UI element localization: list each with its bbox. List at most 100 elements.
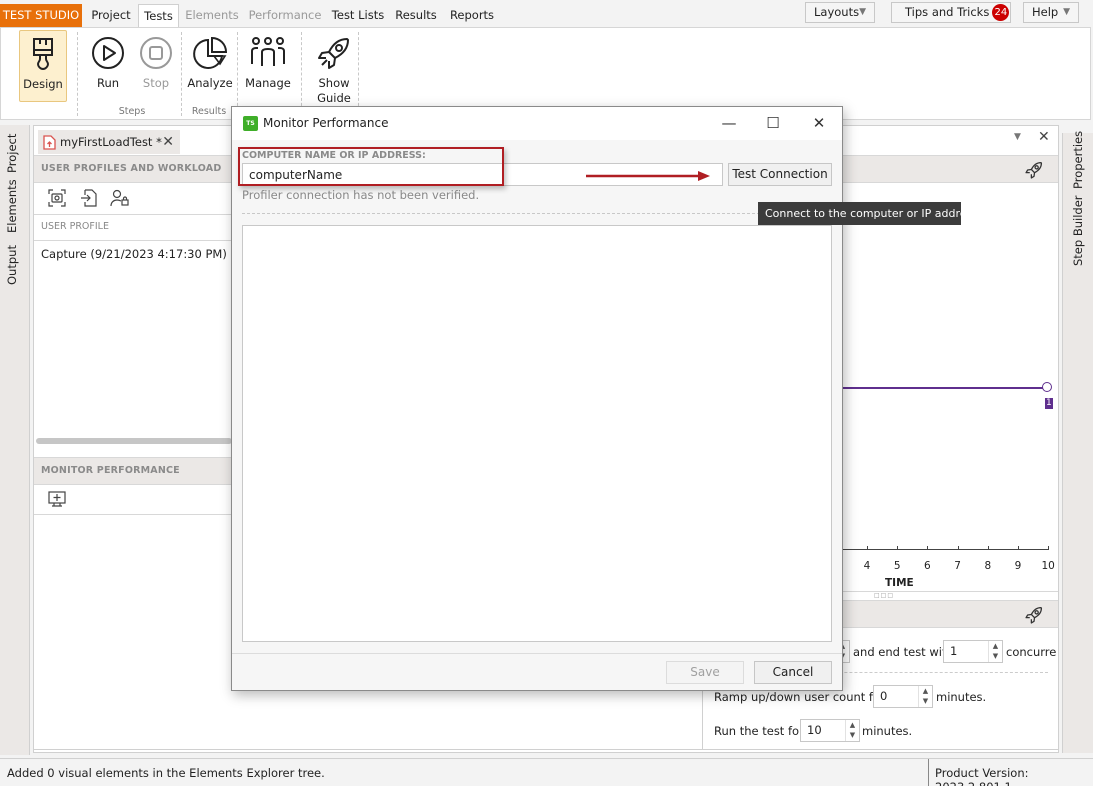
user-profiles-header: USER PROFILES AND WORKLOAD <box>34 155 232 183</box>
analyze-button[interactable]: Analyze <box>187 30 233 102</box>
test-connection-button[interactable]: Test Connection <box>728 163 832 186</box>
stop-circle-icon <box>140 37 172 69</box>
left-side-tabs: Project Elements Output <box>0 125 30 755</box>
end-users-suffix: concurre <box>1006 645 1057 659</box>
close-icon[interactable]: ✕ <box>162 130 174 154</box>
import-icon[interactable] <box>80 189 98 207</box>
tab-results[interactable]: Results <box>391 4 441 27</box>
product-version: Product Version: 2023.2.801.1 <box>935 766 1029 786</box>
x-tick-mark <box>927 546 929 550</box>
close-icon[interactable]: ✕ <box>806 113 832 133</box>
x-tick-label: 5 <box>893 560 901 572</box>
tab-elements[interactable]: Elements <box>181 4 243 27</box>
ramp-minutes-stepper[interactable]: 0 ▲ ▼ <box>873 685 933 708</box>
users-group-icon <box>251 37 285 66</box>
ribbon-separator <box>181 32 182 116</box>
footer-divider <box>232 653 842 654</box>
capture-icon[interactable] <box>48 189 66 207</box>
counters-list[interactable] <box>242 225 832 642</box>
design-button[interactable]: Design <box>19 30 67 102</box>
tab-performance[interactable]: Performance <box>245 4 325 27</box>
cancel-button[interactable]: Cancel <box>754 661 832 684</box>
app-icon: TS <box>243 116 258 131</box>
side-tab-project[interactable]: Project <box>5 134 19 173</box>
horizontal-scrollbar[interactable] <box>36 438 232 444</box>
show-guide-label: Show Guide <box>317 76 351 105</box>
run-suffix: minutes. <box>862 724 913 738</box>
run-minutes-stepper[interactable]: 10 ▲ ▼ <box>800 719 860 742</box>
ramp-label: Ramp up/down user count for: <box>714 690 889 704</box>
x-tick-mark <box>897 546 899 550</box>
tab-test-lists[interactable]: Test Lists <box>327 4 389 27</box>
chart-series-line <box>842 387 1048 389</box>
rocket-icon[interactable] <box>1025 161 1043 179</box>
side-tab-properties[interactable]: Properties <box>1071 131 1085 189</box>
ribbon-separator <box>358 32 359 116</box>
rocket-icon <box>318 38 349 69</box>
run-label: Run <box>96 76 120 90</box>
stop-label: Stop <box>142 76 170 90</box>
user-profile-toolbar <box>34 183 232 215</box>
close-pane-icon[interactable]: ✕ <box>1038 129 1050 145</box>
stepper-arrows-icon[interactable]: ▲▼ <box>845 720 859 741</box>
save-button[interactable]: Save <box>666 661 744 684</box>
monitor-toolbar <box>34 485 232 515</box>
workload-header <box>842 600 1058 628</box>
ribbon-separator <box>237 32 238 116</box>
tab-reports[interactable]: Reports <box>443 4 501 27</box>
minimize-icon[interactable]: — <box>716 113 742 133</box>
bottom-border <box>34 749 1058 750</box>
tips-label: Tips and Tricks <box>905 5 990 19</box>
x-tick-mark <box>957 546 959 550</box>
x-axis-label: TIME <box>885 577 914 589</box>
user-profile-column-header: USER PROFILE <box>34 215 232 241</box>
paintbrush-icon <box>33 38 53 71</box>
stepper-arrows-icon[interactable]: ▲▼ <box>988 641 1002 662</box>
maximize-icon[interactable]: ☐ <box>760 113 786 133</box>
layouts-label: Layouts <box>814 5 860 19</box>
load-test-file-icon <box>43 135 56 150</box>
x-tick-mark <box>867 546 868 550</box>
manage-button[interactable]: Manage <box>241 30 295 102</box>
run-duration-label: Run the test for: <box>714 724 808 738</box>
tips-count-badge: 24 <box>992 4 1010 21</box>
dialog-title-bar[interactable]: TS Monitor Performance — ☐ ✕ <box>232 107 842 140</box>
tips-and-tricks-button[interactable]: Tips and Tricks 24 <box>891 2 1011 23</box>
dialog-title: Monitor Performance <box>263 116 389 130</box>
chart-end-label: 1 <box>1045 398 1053 409</box>
x-tick-label: 9 <box>1014 560 1022 572</box>
side-tab-output[interactable]: Output <box>5 245 19 285</box>
x-tick-mark <box>1048 546 1050 550</box>
design-label: Design <box>23 77 63 91</box>
analyze-label: Analyze <box>187 76 233 90</box>
pie-chart-icon <box>193 36 228 69</box>
side-tab-elements[interactable]: Elements <box>5 179 19 233</box>
chart-end-point[interactable] <box>1042 382 1052 392</box>
status-bar: Added 0 visual elements in the Elements … <box>0 758 1093 786</box>
document-tab-title: myFirstLoadTest * <box>60 135 162 149</box>
document-tab[interactable]: myFirstLoadTest * ✕ <box>38 130 180 154</box>
ramp-suffix: minutes. <box>936 690 987 704</box>
run-button[interactable]: Run <box>87 30 129 102</box>
help-dropdown[interactable]: Help ▼ <box>1023 2 1079 23</box>
show-guide-button[interactable]: Show Guide <box>311 30 357 105</box>
side-tab-step-builder[interactable]: Step Builder <box>1071 195 1085 266</box>
stepper-arrows-icon[interactable]: ▲▼ <box>918 686 932 707</box>
add-monitor-icon[interactable] <box>48 491 66 508</box>
monitor-performance-header: MONITOR PERFORMANCE <box>34 457 232 485</box>
profile-list-item[interactable]: Capture (9/21/2023 4:17:30 PM) <box>41 247 227 261</box>
ramp-value: 0 <box>880 689 888 703</box>
stop-button[interactable]: Stop <box>135 30 177 102</box>
layouts-dropdown[interactable]: Layouts ▼ <box>805 2 875 23</box>
user-lock-icon[interactable] <box>110 189 130 207</box>
tab-project[interactable]: Project <box>84 4 138 27</box>
dialog-divider <box>242 213 830 214</box>
splitter-grip-icon[interactable]: □□□ <box>874 592 894 599</box>
end-users-stepper[interactable]: 1 ▲ ▼ <box>943 640 1003 663</box>
tab-tests[interactable]: Tests <box>138 4 179 27</box>
pane-menu-icon[interactable]: ▼ <box>1014 132 1021 142</box>
verification-status: Profiler connection has not been verifie… <box>242 188 480 202</box>
ribbon-separator <box>301 32 302 116</box>
help-label: Help <box>1032 5 1059 19</box>
rocket-icon[interactable] <box>1025 606 1043 624</box>
